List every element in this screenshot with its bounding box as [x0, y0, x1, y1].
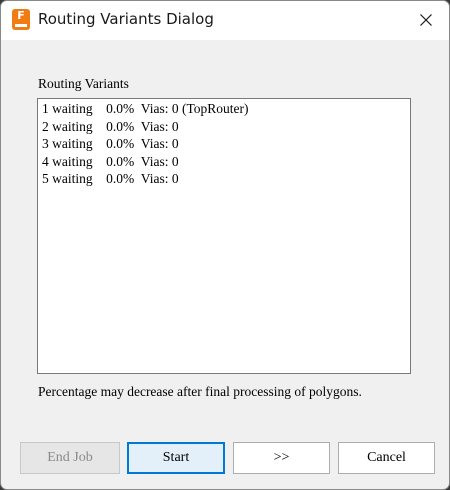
app-icon-strip: [15, 24, 27, 27]
variant-status: waiting: [52, 118, 93, 134]
variant-percent: 0.0%: [106, 101, 135, 116]
next-button[interactable]: >>: [233, 442, 330, 474]
app-icon: F: [12, 9, 30, 30]
close-button[interactable]: [403, 1, 449, 40]
variant-status: waiting: [52, 101, 93, 116]
cancel-button[interactable]: Cancel: [338, 442, 435, 474]
list-item[interactable]: 4 waiting 0.0% Vias: 0: [42, 153, 410, 171]
variant-vias: Vias: 0: [140, 171, 179, 186]
variant-number: 5: [42, 171, 49, 186]
list-item[interactable]: 3 waiting 0.0% Vias: 0: [42, 135, 410, 153]
variant-status: waiting: [52, 153, 93, 169]
title-bar[interactable]: F Routing Variants Dialog: [1, 1, 449, 40]
variant-number: 2: [42, 118, 49, 134]
percentage-note: Percentage may decrease after final proc…: [38, 384, 362, 399]
variant-percent: 0.0%: [106, 136, 135, 151]
routing-variants-list[interactable]: 1 waiting 0.0% Vias: 0 (TopRouter) 2 wai…: [37, 98, 411, 374]
variant-number: 1: [42, 101, 49, 116]
start-button[interactable]: Start: [127, 442, 225, 474]
variant-vias: Vias: 0: [140, 101, 179, 116]
variant-note: (TopRouter): [181, 101, 249, 116]
variant-number: 4: [42, 153, 49, 169]
close-icon: [420, 14, 432, 26]
variant-vias: Vias: 0: [140, 153, 179, 169]
variant-percent: 0.0%: [106, 118, 135, 134]
list-item[interactable]: 2 waiting 0.0% Vias: 0: [42, 118, 410, 136]
routing-variants-label: Routing Variants: [38, 76, 129, 91]
variant-number: 3: [42, 136, 49, 151]
variant-percent: 0.0%: [106, 153, 135, 169]
list-item[interactable]: 5 waiting 0.0% Vias: 0: [42, 170, 410, 188]
end-job-button[interactable]: End Job: [20, 442, 120, 474]
app-icon-letter: F: [17, 9, 25, 22]
variant-vias: Vias: 0: [140, 136, 179, 151]
window-title: Routing Variants Dialog: [38, 10, 214, 28]
variant-percent: 0.0%: [106, 171, 135, 186]
variant-status: waiting: [52, 136, 93, 151]
variant-status: waiting: [52, 171, 93, 186]
routing-variants-dialog: F Routing Variants Dialog Routing Varian…: [0, 0, 450, 490]
list-item[interactable]: 1 waiting 0.0% Vias: 0 (TopRouter): [42, 100, 410, 118]
variant-vias: Vias: 0: [140, 118, 179, 134]
